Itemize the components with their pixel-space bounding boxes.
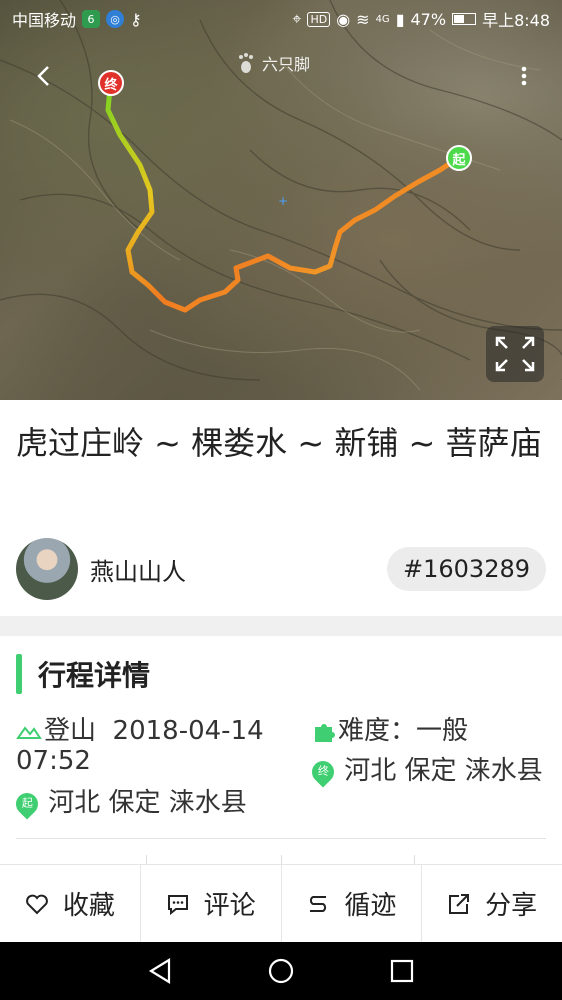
- author-row: 燕山山人 #1603289: [16, 538, 546, 600]
- battery-percent: 47%: [410, 9, 447, 29]
- start-marker-label: 起: [452, 152, 466, 168]
- section-title: 行程详情: [38, 659, 151, 692]
- end-pin-label: 终: [317, 764, 329, 778]
- difficulty-value: 一般: [416, 716, 469, 746]
- start-location: 河北 保定 涞水县: [48, 788, 247, 818]
- follow-route-label: 循迹: [344, 891, 397, 921]
- mountain-icon: [16, 725, 42, 739]
- section-accent-bar: [16, 654, 22, 694]
- avatar[interactable]: [16, 538, 78, 600]
- app-notification-icon: 6: [82, 10, 101, 28]
- brand-name: 六只脚: [262, 55, 311, 74]
- back-nav-button[interactable]: [145, 956, 175, 986]
- share-label: 分享: [485, 891, 538, 921]
- share-button[interactable]: 分享: [422, 865, 562, 942]
- wifi-icon: ≋: [356, 9, 370, 29]
- status-bar: 中国移动 6 ◎ ⚷ ⌖ HD ◉ ≋ 4G ▮ 47% 早上8:48: [0, 0, 562, 38]
- section-divider: [0, 616, 562, 636]
- end-location-line: 终 河北 保定 涞水县: [307, 755, 552, 788]
- track-map[interactable]: + 中国移动 6 ◎ ⚷ ⌖ HD ◉ ≋ 4G ▮ 47% 早上8:48 六只…: [0, 0, 562, 400]
- track-title: 虎过庄岭 ~ 棵娄水 ~ 新铺 ~ 菩萨庙: [16, 424, 542, 462]
- details-left-column: 登山 2018-04-14 07:52 起 河北 保定 涞水县: [11, 716, 286, 820]
- back-button[interactable]: [26, 58, 62, 94]
- action-bar: 收藏 评论 循迹 分享: [0, 864, 562, 942]
- activity-time: 登山 2018-04-14 07:52: [16, 716, 286, 776]
- key-icon: ⚷: [130, 9, 142, 29]
- route-icon: [310, 895, 327, 912]
- track-id-badge: #1603289: [387, 547, 546, 591]
- brand-watermark: 六只脚: [236, 52, 310, 74]
- puzzle-icon: [315, 723, 335, 742]
- sync-icon: ◎: [106, 10, 125, 28]
- clock: 早上8:48: [482, 11, 550, 30]
- end-marker-label: 终: [104, 77, 118, 93]
- location-icon: ⌖: [292, 9, 302, 28]
- hd-icon: HD: [307, 11, 331, 27]
- author-name[interactable]: 燕山山人: [90, 552, 186, 587]
- end-marker[interactable]: 终: [98, 70, 124, 96]
- footprint-icon: [239, 53, 253, 73]
- network-label: 4G: [375, 13, 390, 25]
- end-pin-icon: 终: [307, 755, 339, 788]
- start-location-line: 起 河北 保定 涞水县: [11, 787, 286, 820]
- battery-icon: [452, 13, 477, 25]
- favorite-button[interactable]: 收藏: [0, 865, 141, 942]
- eye-icon: ◉: [336, 9, 351, 29]
- share-icon: [449, 893, 470, 914]
- signal-icon: ▮: [395, 9, 405, 29]
- section-header: 行程详情: [16, 652, 150, 696]
- system-nav-bar: [0, 942, 562, 1000]
- recents-nav-button[interactable]: [387, 956, 417, 986]
- activity-type: 登山: [44, 716, 97, 746]
- home-nav-button[interactable]: [266, 956, 296, 986]
- details-divider: [16, 838, 546, 839]
- heart-icon: [25, 894, 48, 914]
- author-profile[interactable]: 燕山山人: [16, 538, 186, 600]
- comment-icon: [167, 894, 188, 915]
- comment-label: 评论: [203, 891, 256, 921]
- expand-icon: [495, 336, 535, 372]
- fullscreen-button[interactable]: [486, 326, 544, 382]
- comment-button[interactable]: 评论: [141, 865, 282, 942]
- svg-text:+: +: [278, 194, 288, 208]
- difficulty-line: 难度：一般: [312, 716, 552, 746]
- start-pin-icon: 起: [11, 787, 43, 820]
- carrier-label: 中国移动: [12, 11, 77, 30]
- more-options-button[interactable]: [506, 58, 542, 94]
- map-toolbar: 六只脚: [0, 52, 562, 102]
- start-marker[interactable]: 起: [446, 145, 472, 171]
- end-location: 河北 保定 涞水县: [344, 756, 543, 786]
- start-pin-label: 起: [21, 796, 33, 810]
- chevron-left-icon: [37, 66, 49, 86]
- follow-route-button[interactable]: 循迹: [282, 865, 423, 942]
- favorite-label: 收藏: [62, 891, 115, 921]
- more-vertical-icon: [521, 66, 527, 86]
- difficulty-label: 难度: [338, 716, 391, 746]
- track-detail-screen: + 中国移动 6 ◎ ⚷ ⌖ HD ◉ ≋ 4G ▮ 47% 早上8:48 六只…: [0, 0, 562, 1000]
- details-right-column: 难度：一般 终 河北 保定 涞水县: [307, 716, 552, 788]
